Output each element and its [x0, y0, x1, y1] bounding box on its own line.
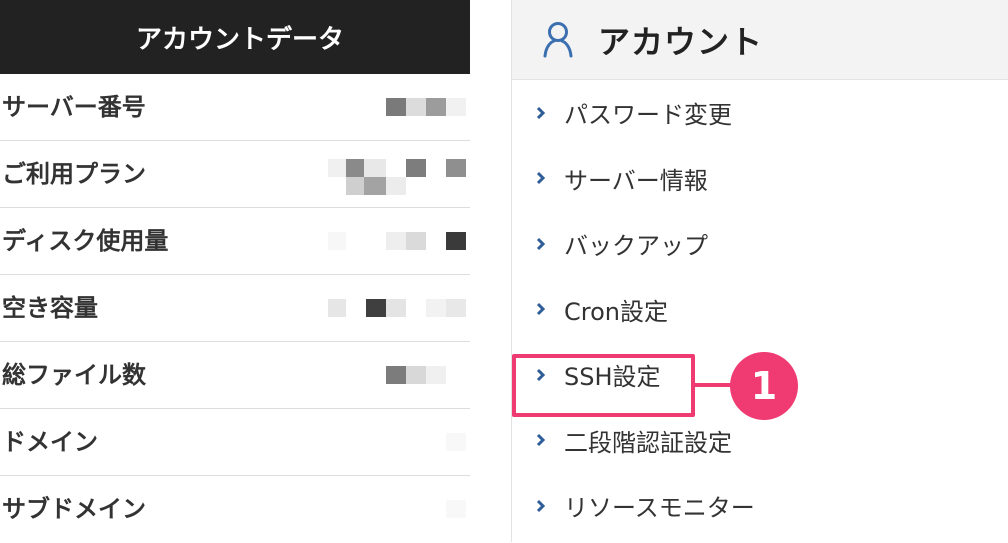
info-row-subdomains: サブドメイン	[0, 476, 470, 543]
menu-item-server-info[interactable]: サーバー情報	[512, 146, 1008, 212]
ssh-settings-highlight-box	[512, 354, 695, 417]
chevron-right-icon	[536, 432, 550, 448]
step-number-badge: 1	[730, 352, 798, 420]
chevron-right-icon	[536, 236, 550, 252]
info-row-disk-usage: ディスク使用量	[0, 208, 470, 275]
info-label: 総ファイル数	[2, 361, 146, 389]
info-row-total-files: 総ファイル数	[0, 342, 470, 409]
user-icon	[538, 20, 578, 60]
menu-item-label: パスワード変更	[564, 101, 732, 130]
menu-item-label: 二段階認証設定	[564, 428, 732, 457]
info-label: ご利用プラン	[2, 160, 146, 188]
info-label: ディスク使用量	[2, 227, 169, 255]
info-label: ドメイン	[2, 428, 98, 456]
annotation-connector-line	[695, 383, 735, 387]
info-label: サブドメイン	[2, 495, 146, 523]
menu-item-backup[interactable]: バックアップ	[512, 211, 1008, 277]
menu-item-password-change[interactable]: パスワード変更	[512, 80, 1008, 146]
info-label: 空き容量	[2, 294, 98, 322]
menu-item-label: リソースモニター	[564, 494, 755, 523]
chevron-right-icon	[536, 498, 550, 514]
info-label: サーバー番号	[2, 93, 146, 121]
account-data-panel: アカウントデータ サーバー番号 ご利用プラン ディスク使用量 空き容量 総ファイ…	[0, 0, 470, 542]
account-menu-list: パスワード変更 サーバー情報 バックアップ Cron設定 SSH設定 二段階認証…	[512, 80, 1008, 539]
chevron-right-icon	[536, 105, 550, 121]
info-row-domains: ドメイン	[0, 409, 470, 476]
menu-item-label: バックアップ	[564, 232, 708, 261]
chevron-right-icon	[536, 170, 550, 186]
info-row-free-space: 空き容量	[0, 275, 470, 342]
chevron-right-icon	[536, 301, 550, 317]
menu-item-label: Cron設定	[564, 297, 668, 326]
account-menu-panel: アカウント パスワード変更 サーバー情報 バックアップ Cron設定 SSH設定…	[511, 0, 1008, 542]
account-menu-title: アカウント	[598, 22, 764, 61]
menu-item-resource-monitor[interactable]: リソースモニター	[512, 473, 1008, 539]
menu-item-cron-settings[interactable]: Cron設定	[512, 277, 1008, 343]
account-menu-header: アカウント	[512, 0, 1008, 80]
account-data-header: アカウントデータ	[0, 0, 470, 74]
info-row-server-number: サーバー番号	[0, 74, 470, 141]
info-row-plan: ご利用プラン	[0, 141, 470, 208]
menu-item-label: サーバー情報	[564, 166, 708, 195]
